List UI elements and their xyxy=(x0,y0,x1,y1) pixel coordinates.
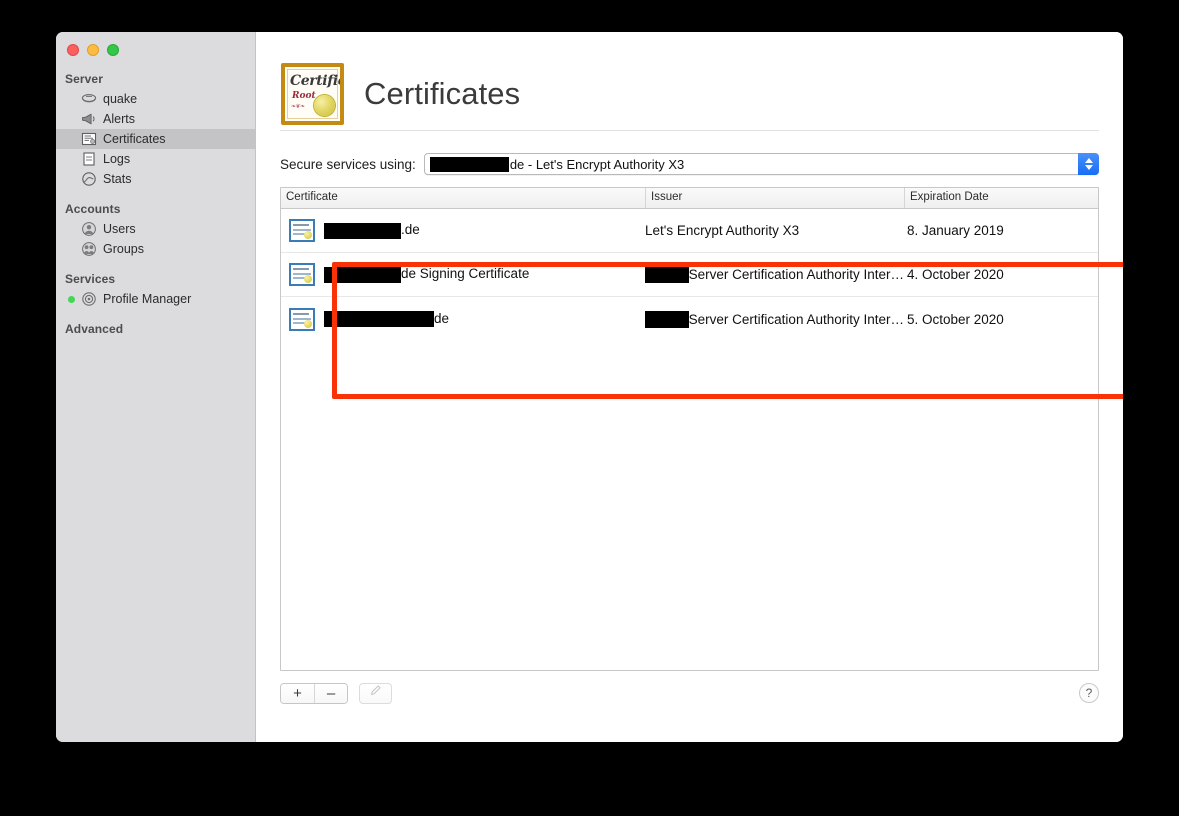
seal-icon xyxy=(314,95,335,116)
column-header-certificate[interactable]: Certificate xyxy=(281,188,645,208)
table-row[interactable]: de Signing Certificate Server Certificat… xyxy=(281,253,1098,297)
sidebar-item-alerts[interactable]: Alerts xyxy=(56,109,255,129)
close-button[interactable] xyxy=(67,44,79,56)
certificate-thumbnail-icon xyxy=(289,219,315,242)
issuer-name: Server Certification Authority Inter… xyxy=(688,267,904,282)
cell-expiration: 5. October 2020 xyxy=(904,312,1098,327)
redacted-domain xyxy=(429,156,509,172)
secure-services-selected-value: de - Let's Encrypt Authority X3 xyxy=(509,156,685,172)
secure-services-select[interactable]: de - Let's Encrypt Authority X3 xyxy=(423,153,1099,175)
sidebar-item-label: quake xyxy=(103,92,138,106)
chevron-updown-icon[interactable] xyxy=(1078,153,1099,175)
cell-issuer: Server Certification Authority Inter… xyxy=(645,310,904,328)
page-header: Certificate Root ❧❦❧ Certificates xyxy=(278,32,1101,130)
redacted-text xyxy=(645,310,689,328)
secure-services-label: Secure services using: xyxy=(280,156,416,172)
sidebar-item-profile-manager[interactable]: Profile Manager xyxy=(56,289,255,309)
certificate-icon-line2: Root xyxy=(292,91,316,101)
certificate-root-icon: Certificate Root ❧❦❧ xyxy=(281,63,344,125)
edit-certificate-button[interactable] xyxy=(359,682,392,704)
sidebar-group-title-server: Server xyxy=(65,72,103,86)
table-header-row: Certificate Issuer Expiration Date xyxy=(281,188,1098,209)
redacted-text xyxy=(645,266,689,283)
user-icon xyxy=(81,221,97,237)
sidebar-item-certificates[interactable]: Certificates xyxy=(56,129,255,149)
certificate-icon-line3: ❧❦❧ xyxy=(291,104,305,110)
server-icon xyxy=(81,91,97,107)
certificate-name: de Signing Certificate xyxy=(401,266,530,282)
document-icon xyxy=(81,151,97,167)
redacted-text xyxy=(324,222,401,239)
sidebar-group-title-accounts: Accounts xyxy=(65,202,121,216)
expiration-date: 5. October 2020 xyxy=(907,311,1004,327)
table-row[interactable]: .de Let's Encrypt Authority X3 8. Januar… xyxy=(281,209,1098,253)
main-content: Certificate Root ❧❦❧ Certificates Secure… xyxy=(256,32,1123,742)
sidebar-item-quake[interactable]: quake xyxy=(56,89,255,109)
issuer-name: Server Certification Authority Inter… xyxy=(688,311,904,327)
certificate-name: de xyxy=(434,310,450,326)
certificates-table: Certificate Issuer Expiration Date .de L… xyxy=(280,187,1099,671)
sidebar-item-label: Alerts xyxy=(103,112,135,126)
sidebar-item-logs[interactable]: Logs xyxy=(56,149,255,169)
sidebar-item-label: Certificates xyxy=(103,132,166,146)
sidebar-item-groups[interactable]: Groups xyxy=(56,239,255,259)
zoom-button[interactable] xyxy=(107,44,119,56)
sidebar-group-title-services: Services xyxy=(65,272,116,286)
expiration-date: 4. October 2020 xyxy=(907,267,1004,282)
sidebar-item-stats[interactable]: Stats xyxy=(56,169,255,189)
page-title: Certificates xyxy=(364,76,521,111)
sidebar-item-label: Profile Manager xyxy=(103,292,192,306)
certificate-thumbnail-icon xyxy=(289,263,315,286)
redacted-text xyxy=(324,266,401,283)
gear-icon xyxy=(81,291,97,307)
pencil-icon xyxy=(369,684,382,702)
cell-expiration: 4. October 2020 xyxy=(904,267,1098,282)
secure-services-row: Secure services using: de - Let's Encryp… xyxy=(278,131,1101,175)
column-header-expiration-date[interactable]: Expiration Date xyxy=(904,188,1098,208)
stats-icon xyxy=(81,171,97,187)
cell-expiration: 8. January 2019 xyxy=(904,223,1098,238)
megaphone-icon xyxy=(81,111,97,127)
issuer-name: Let's Encrypt Authority X3 xyxy=(645,223,800,238)
server-app-window: Server quake Alerts Certificates Logs St… xyxy=(56,32,1123,742)
certificate-name: .de xyxy=(401,222,420,238)
column-header-issuer[interactable]: Issuer xyxy=(645,188,904,208)
add-certificate-button[interactable]: + xyxy=(281,683,314,703)
cell-issuer: Server Certification Authority Inter… xyxy=(645,266,904,283)
sidebar-group-title-advanced: Advanced xyxy=(65,322,124,336)
certificate-icon-line1: Certificate xyxy=(290,73,340,89)
table-row[interactable]: de Server Certification Authority Inter…… xyxy=(281,297,1098,341)
help-button[interactable]: ? xyxy=(1079,683,1099,703)
sidebar-item-label: Groups xyxy=(103,242,144,256)
minimize-button[interactable] xyxy=(87,44,99,56)
expiration-date: 8. January 2019 xyxy=(907,223,1004,238)
table-footer-toolbar: + – ? xyxy=(280,681,1099,705)
sidebar-item-label: Logs xyxy=(103,152,131,166)
sidebar-item-label: Stats xyxy=(103,172,132,186)
status-indicator-dot xyxy=(68,296,75,303)
cell-certificate: de Signing Certificate xyxy=(281,263,645,286)
certificate-thumbnail-icon xyxy=(289,307,315,331)
window-traffic-lights xyxy=(56,32,255,68)
cell-certificate: de xyxy=(281,307,645,331)
redacted-text xyxy=(324,311,434,328)
cell-certificate: .de xyxy=(281,219,645,242)
sidebar: Server quake Alerts Certificates Logs St… xyxy=(56,32,256,742)
remove-certificate-button[interactable]: – xyxy=(314,683,347,703)
cell-issuer: Let's Encrypt Authority X3 xyxy=(645,223,904,238)
certificate-icon xyxy=(81,131,97,147)
sidebar-item-users[interactable]: Users xyxy=(56,219,255,239)
group-icon xyxy=(81,241,97,257)
add-remove-segmented-control: + – xyxy=(280,682,348,704)
sidebar-item-label: Users xyxy=(103,222,136,236)
